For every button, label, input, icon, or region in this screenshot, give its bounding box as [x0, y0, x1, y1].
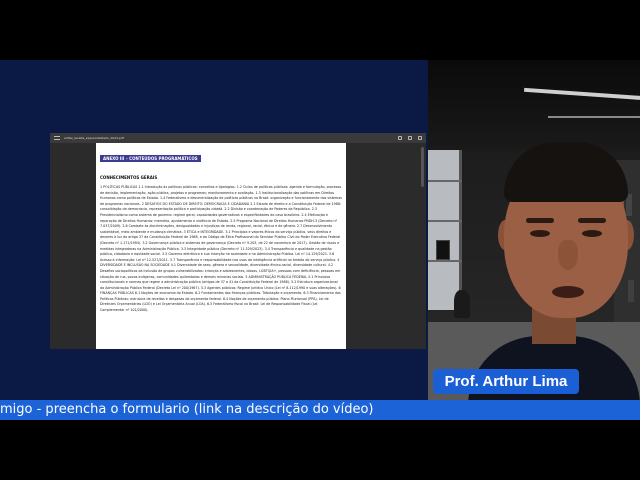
person-eye: [582, 230, 602, 237]
lamp: [454, 290, 470, 318]
zoom-icon[interactable]: [398, 136, 402, 140]
person-brow: [526, 218, 554, 223]
webcam-feed: [428, 60, 640, 400]
pdf-toolbar: edital_receita_esquematizado_2024.pdf: [50, 133, 426, 143]
pdf-viewer[interactable]: edital_receita_esquematizado_2024.pdf AN…: [50, 133, 426, 349]
pdf-scrollbar[interactable]: [421, 147, 424, 187]
pdf-page: ANEXO III – CONTEÚDOS PROGRAMÁTICOS CONH…: [96, 143, 346, 349]
menu-icon[interactable]: [54, 136, 60, 140]
person-nose: [558, 240, 578, 270]
download-icon[interactable]: [418, 136, 422, 140]
person-mouth: [552, 286, 584, 298]
person-brow: [578, 218, 606, 223]
ticker-bar: migo - preencha o formulario (link na de…: [0, 400, 640, 420]
presenter-name-tag: Prof. Arthur Lima: [433, 369, 579, 394]
person-eye: [530, 230, 550, 237]
pdf-filename: edital_receita_esquematizado_2024.pdf: [64, 136, 124, 140]
ceiling-light: [548, 116, 640, 118]
print-icon[interactable]: [408, 136, 412, 140]
cam-ceiling: [428, 60, 640, 150]
pdf-subheading: CONHECIMENTOS GERAIS: [100, 175, 158, 180]
ticker-text: migo - preencha o formulario (link na de…: [0, 402, 374, 417]
pdf-tools: [398, 136, 422, 140]
video-frame: edital_receita_esquematizado_2024.pdf AN…: [0, 0, 640, 480]
monitor: [436, 240, 450, 260]
window: [428, 150, 462, 310]
pdf-body-text: 1 POLÍTICAS PÚBLICAS 1.1 Introdução às p…: [100, 185, 342, 313]
pdf-heading: ANEXO III – CONTEÚDOS PROGRAMÁTICOS: [100, 155, 201, 162]
person-hair: [504, 142, 628, 202]
